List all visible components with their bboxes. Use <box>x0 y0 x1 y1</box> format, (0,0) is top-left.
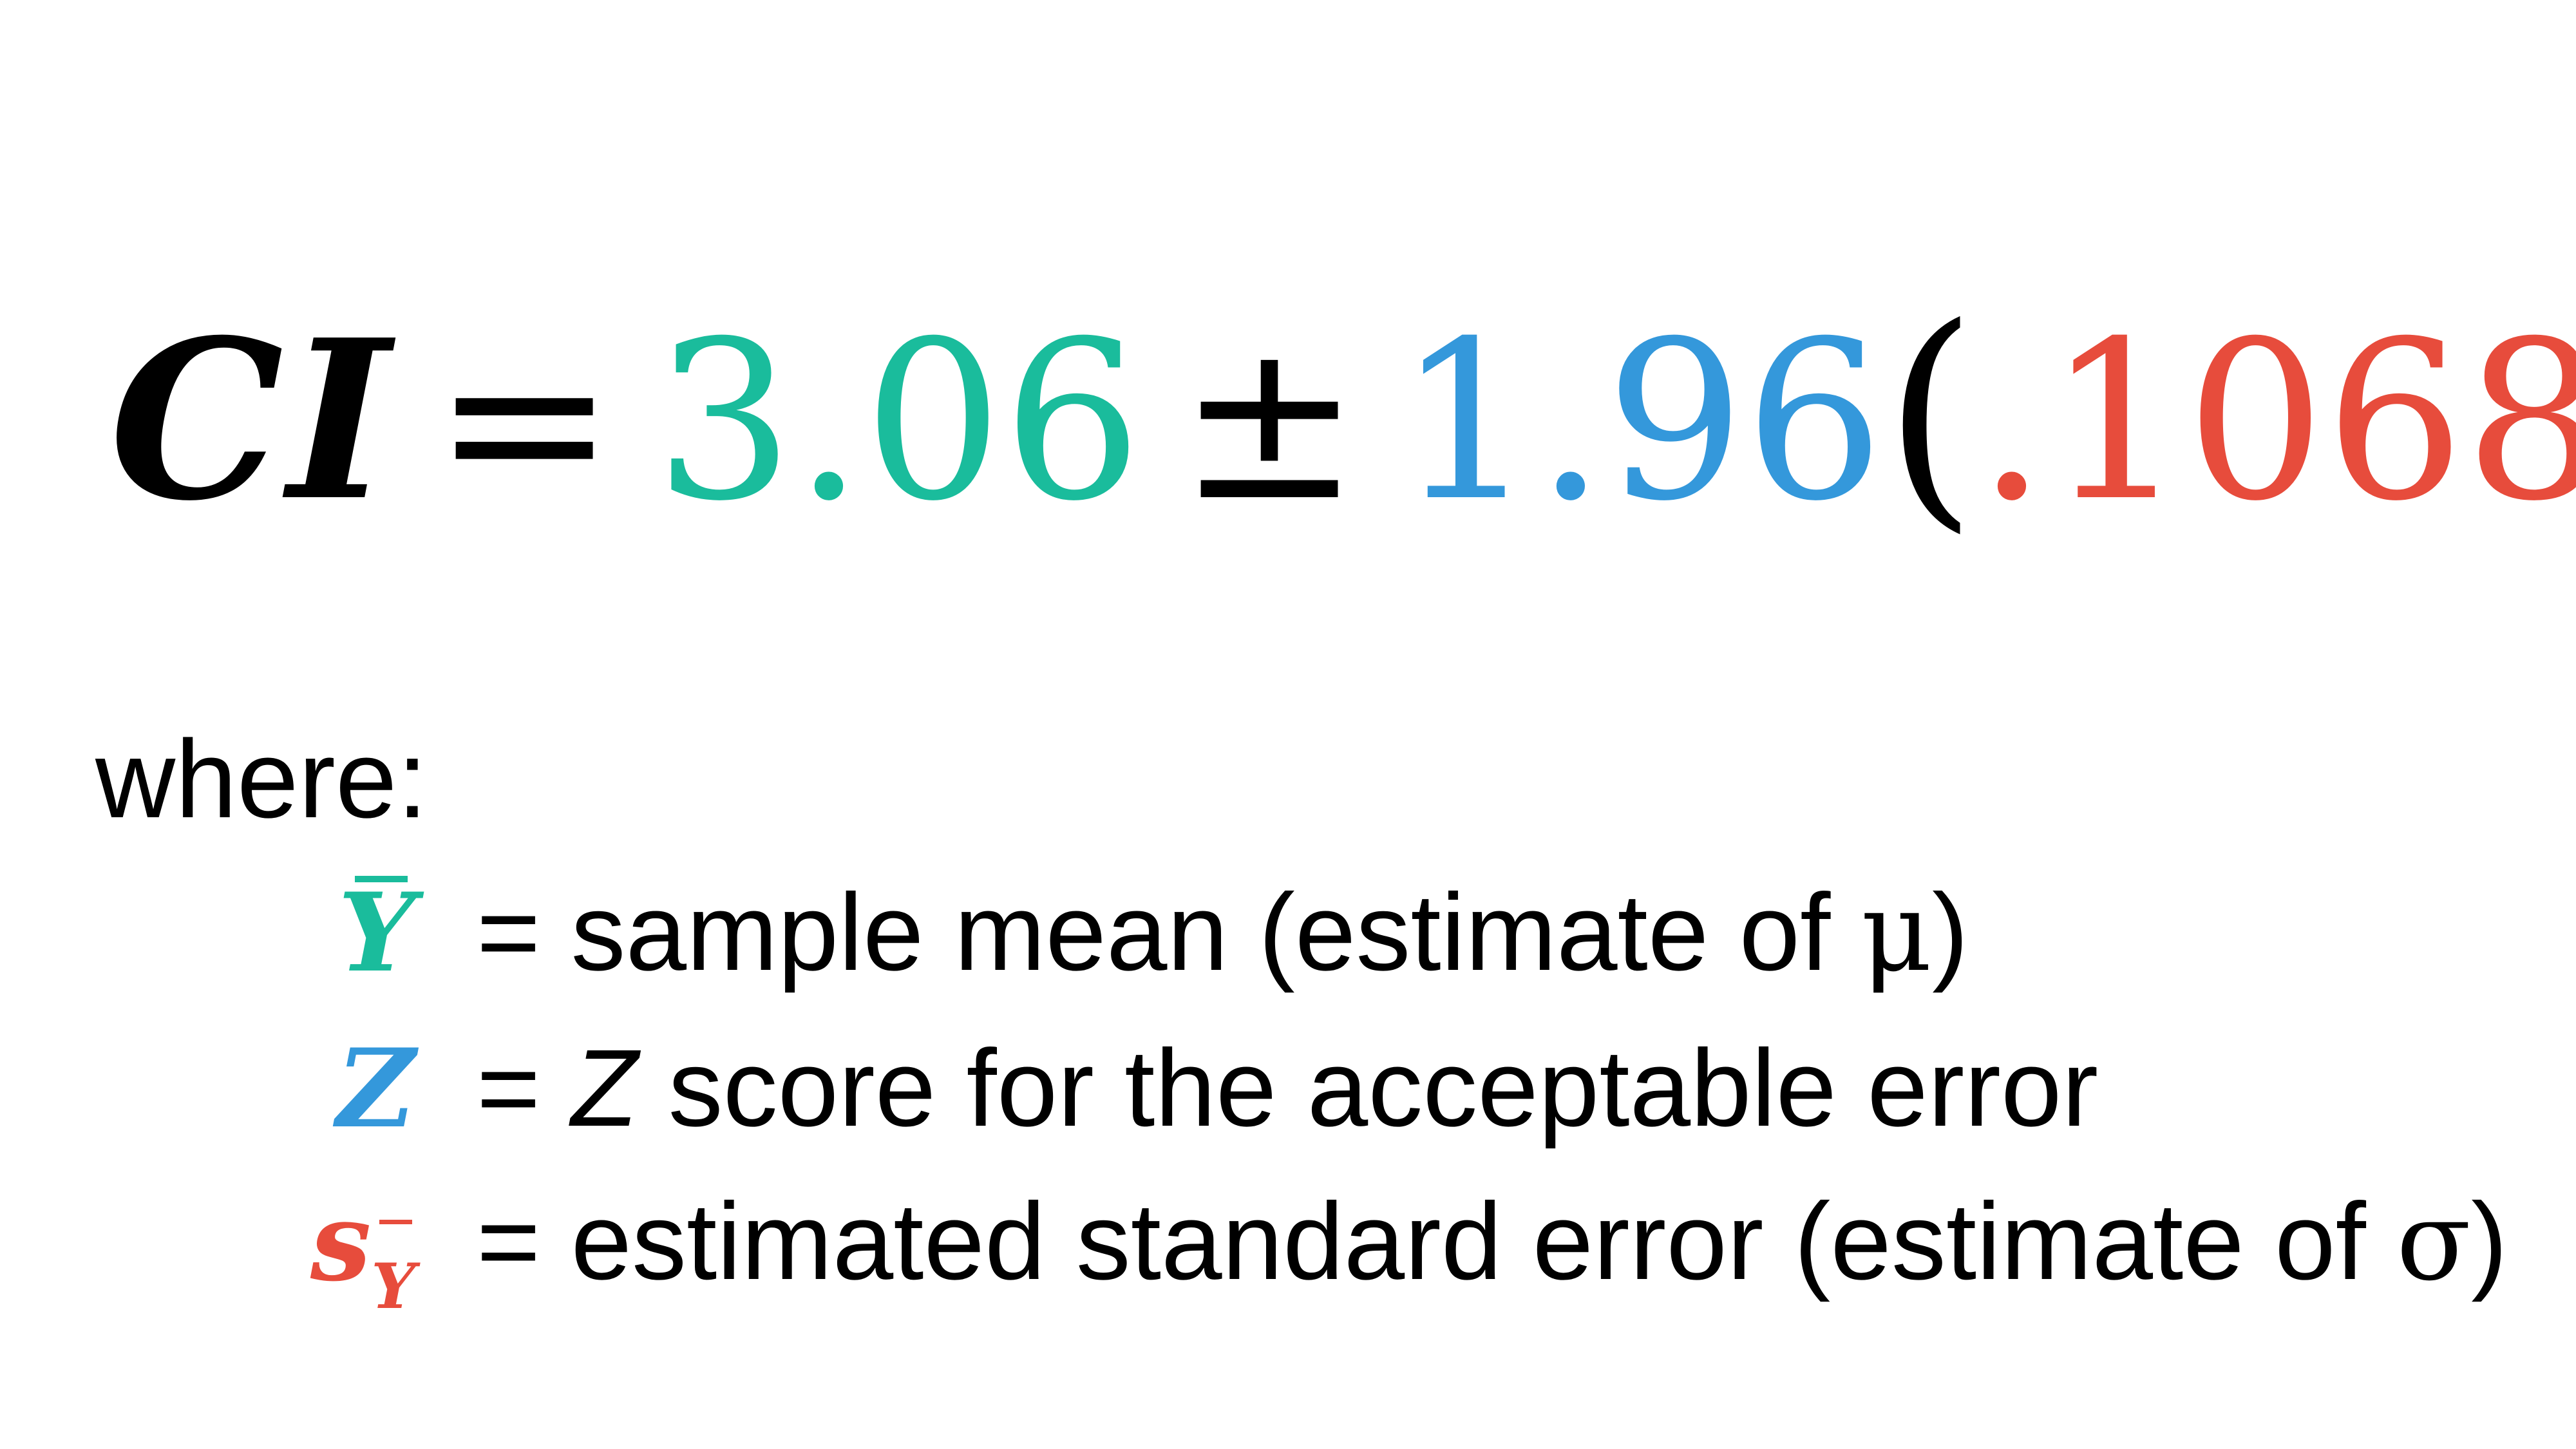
confidence-interval-equation: CI=3.06±1.96(.1068) <box>109 277 2576 554</box>
s-y-bar-symbol: sY <box>310 1171 415 1323</box>
z-score-description: = Z score for the acceptable error <box>477 1027 2099 1150</box>
standard-error-value: .1068 <box>1976 294 2576 549</box>
y-bar-subscript: Y <box>371 1216 415 1358</box>
sample-mean-description: = sample mean (estimate of μ) <box>477 869 1969 996</box>
ci-symbol: CI <box>109 292 394 549</box>
z-score-value: 1.96 <box>1396 294 1884 549</box>
definition-standard-error: sY = estimated standard error (estimate … <box>0 1171 2576 1323</box>
equals-sign: = <box>432 294 616 549</box>
standard-error-description: = estimated standard error (estimate of … <box>477 1178 2508 1305</box>
definition-sample-mean: Y = sample mean (estimate of μ) <box>0 862 2576 1003</box>
z-italic: Z <box>571 1027 638 1150</box>
where-label: where: <box>95 717 428 841</box>
open-paren: ( <box>1884 277 1977 554</box>
plus-minus-sign: ± <box>1177 294 1361 549</box>
mu-symbol: μ <box>1861 869 1933 996</box>
definition-z-score: Z = Z score for the acceptable error <box>0 1018 2576 1159</box>
sample-mean-value: 3.06 <box>654 294 1142 549</box>
z-symbol: Z <box>336 1025 415 1152</box>
sigma-symbol: σ <box>2396 1178 2472 1305</box>
y-bar-symbol: Y <box>338 862 415 1003</box>
